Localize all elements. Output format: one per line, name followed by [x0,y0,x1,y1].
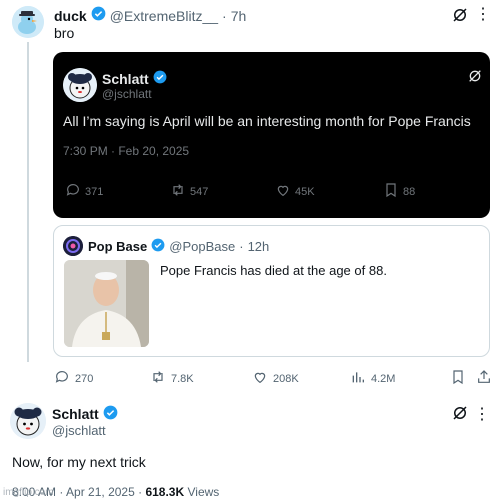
verified-badge-icon [103,405,118,423]
schlatt-avatar[interactable] [10,403,46,439]
bookmark-button[interactable] [450,369,466,388]
separator: · [222,7,227,24]
separator: · [138,485,143,499]
verified-badge-icon [91,6,106,25]
repost-count: 7.8K [171,372,194,385]
pope-photo[interactable] [64,260,149,347]
reply-icon [65,182,81,201]
verified-badge-icon [151,238,165,255]
pop-base-avatar [63,236,83,256]
views-label: Views [187,485,220,499]
handle[interactable]: @ExtremeBlitz__ [110,7,218,25]
heart-icon [275,182,291,201]
quoted-header: Pop Base @PopBase · 12h [88,238,269,255]
thread-line [27,42,29,362]
bookmark-count: 88 [403,185,416,198]
handle: @PopBase [169,239,236,254]
views-count: 618.3K [145,485,185,499]
grok-icon [467,68,483,89]
time-ago[interactable]: 7h [231,7,247,25]
bookmark-icon [383,182,399,201]
repost-icon [170,182,186,201]
quoted-tweet-card[interactable]: Pop Base @PopBase · 12h Pope Francis has… [53,225,490,357]
share-button[interactable] [476,369,492,388]
reply-icon [54,369,70,388]
like-count: 208K [273,372,299,385]
embedded-name-row: Schlatt [102,70,167,87]
more-icon[interactable]: ⋮ [475,4,492,24]
bookmark-icon [450,369,466,388]
views-count: 4.2M [371,372,396,385]
tweet-date[interactable]: Apr 21, 2025 [66,485,135,499]
grok-icon[interactable] [451,6,469,29]
quoted-tweet-text: Pope Francis has died at the age of 88. [160,263,387,278]
bookmark-metric: 88 [383,182,415,201]
reply-count: 270 [75,372,94,385]
repost-button[interactable]: 7.8K [150,369,194,388]
reply-metric: 371 [65,182,103,201]
separator: · [59,485,64,499]
share-icon [476,369,492,388]
tweet-text: Now, for my next trick [12,454,146,470]
embedded-tweet-screenshot[interactable]: Schlatt @jschlatt All I’m saying is Apri… [53,52,490,218]
verified-badge-icon [153,70,167,87]
grok-icon[interactable] [451,404,469,427]
top-tweet-header: duck @ExtremeBlitz__ · 7h [54,6,246,25]
duck-avatar[interactable] [12,6,44,38]
watermark: imgflip.com [3,487,54,498]
timestamp: 7:30 PM · Feb 20, 2025 [63,144,190,158]
display-name[interactable]: duck [54,7,87,25]
display-name: Schlatt [102,70,149,87]
tweet-text: All I’m saying is April will be an inter… [63,113,471,129]
heart-icon [252,369,268,388]
handle: @jschlatt [102,87,152,101]
handle[interactable]: @jschlatt [52,423,106,438]
views-button[interactable]: 4.2M [350,369,395,388]
separator: · [239,239,244,254]
tweet-actions: 270 7.8K 208K 4.2M [54,369,494,387]
reply-count: 371 [85,185,104,198]
repost-count: 547 [190,185,209,198]
schlatt-avatar [63,68,97,102]
repost-metric: 547 [170,182,208,201]
reply-button[interactable]: 270 [54,369,93,388]
like-button[interactable]: 208K [252,369,299,388]
repost-icon [150,369,166,388]
time-ago: 12h [247,239,270,254]
views-icon [350,369,366,388]
more-icon[interactable]: ⋮ [474,404,490,424]
tweet-text: bro [54,25,75,41]
display-name: Pop Base [88,239,148,254]
display-name[interactable]: Schlatt [52,406,99,422]
like-count: 45K [295,185,315,198]
like-metric: 45K [275,182,315,201]
bottom-name-row: Schlatt [52,405,118,423]
